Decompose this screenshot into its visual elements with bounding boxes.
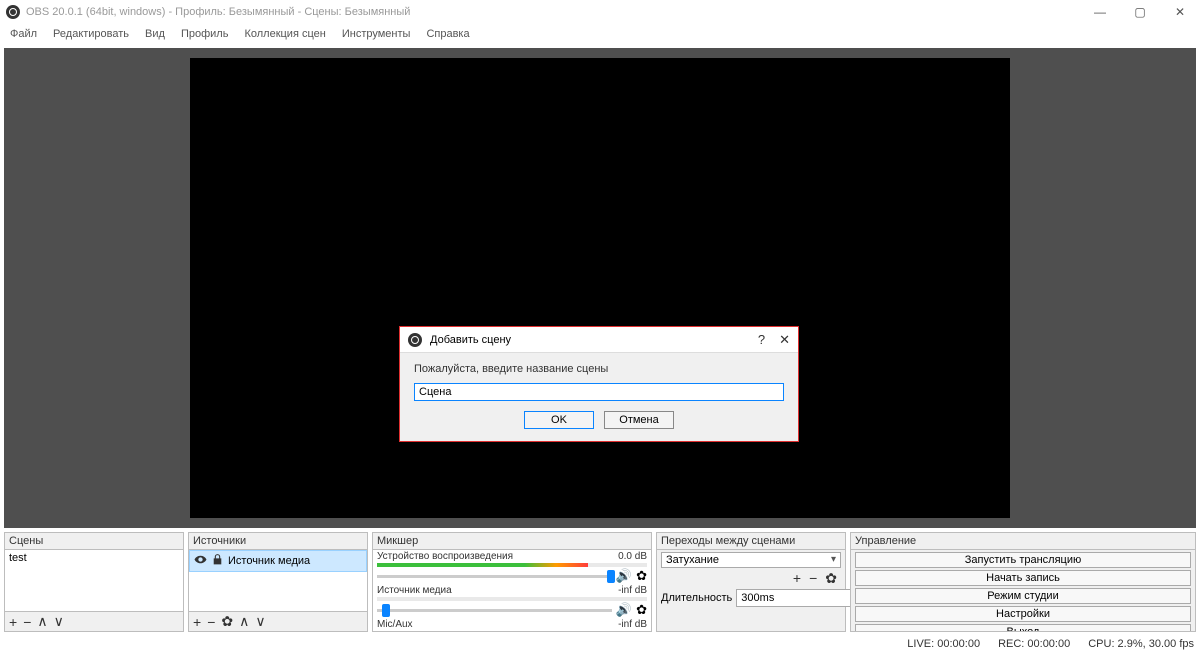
mixer-meter — [377, 563, 647, 567]
controls-header: Управление — [851, 533, 1195, 550]
mixer-meter — [377, 597, 647, 601]
mixer-volume-slider[interactable] — [377, 609, 612, 612]
eye-icon[interactable] — [194, 553, 207, 569]
source-add-button[interactable]: + — [193, 614, 201, 630]
dialog-close-button[interactable]: ✕ — [779, 332, 790, 348]
mixer-channel-level: 0.0 dB — [618, 551, 647, 562]
scene-add-button[interactable]: + — [9, 614, 17, 630]
source-down-button[interactable]: ∨ — [255, 613, 265, 630]
transition-duration-label: Длительность — [661, 592, 732, 604]
dialog-ok-button[interactable]: OK — [524, 411, 594, 429]
mixer-channel: Mic/Aux-inf dB🔊✿ — [373, 618, 651, 631]
mixer-channel: Источник медиа -inf dB 🔊✿ — [373, 584, 651, 618]
sources-panel: Источники Источник медиа + − ✿ ∧ ∨ — [188, 532, 368, 632]
menu-view[interactable]: Вид — [145, 28, 165, 40]
speaker-icon[interactable]: 🔊 — [616, 568, 632, 584]
menu-scene-collection[interactable]: Коллекция сцен — [244, 28, 325, 40]
gear-icon[interactable]: ✿ — [636, 568, 647, 584]
scenes-panel: Сцены test + − ∧ ∨ — [4, 532, 184, 632]
window-minimize-button[interactable]: — — [1080, 0, 1120, 24]
lock-icon[interactable] — [211, 553, 224, 569]
window-title: OBS 20.0.1 (64bit, windows) - Профиль: Б… — [26, 6, 410, 18]
dialog-prompt: Пожалуйста, введите название сцены — [414, 363, 784, 375]
window-close-button[interactable]: ✕ — [1160, 0, 1200, 24]
gear-icon[interactable]: ✿ — [636, 602, 647, 618]
preview-canvas[interactable] — [190, 58, 1010, 518]
start-streaming-button[interactable]: Запустить трансляцию — [855, 552, 1191, 568]
sources-header: Источники — [189, 533, 367, 550]
scene-item[interactable]: test — [5, 550, 183, 567]
transitions-header: Переходы между сценами — [657, 533, 845, 550]
mixer-channel-name: Источник медиа — [377, 585, 452, 596]
scenes-header: Сцены — [5, 533, 183, 550]
transition-settings-button[interactable]: ✿ — [825, 570, 837, 587]
menu-tools[interactable]: Инструменты — [342, 28, 411, 40]
mixer-header: Микшер — [373, 533, 651, 550]
mixer-channel-level: -inf dB — [618, 619, 647, 630]
dialog-title: Добавить сцену — [430, 334, 511, 346]
app-icon — [6, 5, 20, 19]
menubar: Файл Редактировать Вид Профиль Коллекция… — [0, 24, 1200, 44]
scene-up-button[interactable]: ∧ — [37, 613, 47, 630]
transition-add-button[interactable]: + — [793, 570, 801, 587]
scene-name-input[interactable] — [414, 383, 784, 401]
status-rec: REC: 00:00:00 — [998, 638, 1070, 650]
preview-area: Добавить сцену ? ✕ Пожалуйста, введите н… — [4, 48, 1196, 528]
exit-button[interactable]: Выход — [855, 624, 1191, 631]
source-settings-button[interactable]: ✿ — [221, 613, 233, 630]
controls-panel: Управление Запустить трансляцию Начать з… — [850, 532, 1196, 632]
source-item-label: Источник медиа — [228, 555, 310, 567]
settings-button[interactable]: Настройки — [855, 606, 1191, 622]
window-titlebar: OBS 20.0.1 (64bit, windows) - Профиль: Б… — [0, 0, 1200, 24]
menu-profile[interactable]: Профиль — [181, 28, 229, 40]
mixer-channel-name: Mic/Aux — [377, 619, 413, 630]
mixer-channel-level: -inf dB — [618, 585, 647, 596]
source-item[interactable]: Источник медиа — [189, 550, 367, 572]
scene-down-button[interactable]: ∨ — [54, 613, 64, 630]
status-cpu: CPU: 2.9%, 30.00 fps — [1088, 638, 1194, 650]
menu-file[interactable]: Файл — [10, 28, 37, 40]
menu-help[interactable]: Справка — [426, 28, 469, 40]
transition-select[interactable]: Затухание — [661, 552, 841, 568]
add-scene-dialog: Добавить сцену ? ✕ Пожалуйста, введите н… — [399, 326, 799, 442]
transitions-panel: Переходы между сценами Затухание + − ✿ Д… — [656, 532, 846, 632]
window-maximize-button[interactable]: ▢ — [1120, 0, 1160, 24]
start-recording-button[interactable]: Начать запись — [855, 570, 1191, 586]
dialog-app-icon — [408, 333, 422, 347]
studio-mode-button[interactable]: Режим студии — [855, 588, 1191, 604]
transition-remove-button[interactable]: − — [809, 570, 817, 587]
source-up-button[interactable]: ∧ — [239, 613, 249, 630]
mixer-volume-slider[interactable] — [377, 575, 612, 578]
mixer-panel: Микшер Устройство воспроизведения 0.0 dB 🔊… — [372, 532, 652, 632]
status-live: LIVE: 00:00:00 — [907, 638, 980, 650]
menu-edit[interactable]: Редактировать — [53, 28, 129, 40]
dialog-cancel-button[interactable]: Отмена — [604, 411, 674, 429]
mixer-channel: Устройство воспроизведения 0.0 dB 🔊✿ — [373, 550, 651, 584]
mixer-channel-name: Устройство воспроизведения — [377, 551, 513, 562]
statusbar: LIVE: 00:00:00 REC: 00:00:00 CPU: 2.9%, … — [907, 635, 1194, 653]
source-remove-button[interactable]: − — [207, 614, 215, 630]
scene-remove-button[interactable]: − — [23, 614, 31, 630]
dialog-help-button[interactable]: ? — [758, 332, 765, 348]
dialog-titlebar: Добавить сцену ? ✕ — [400, 327, 798, 353]
speaker-icon[interactable]: 🔊 — [616, 602, 632, 618]
